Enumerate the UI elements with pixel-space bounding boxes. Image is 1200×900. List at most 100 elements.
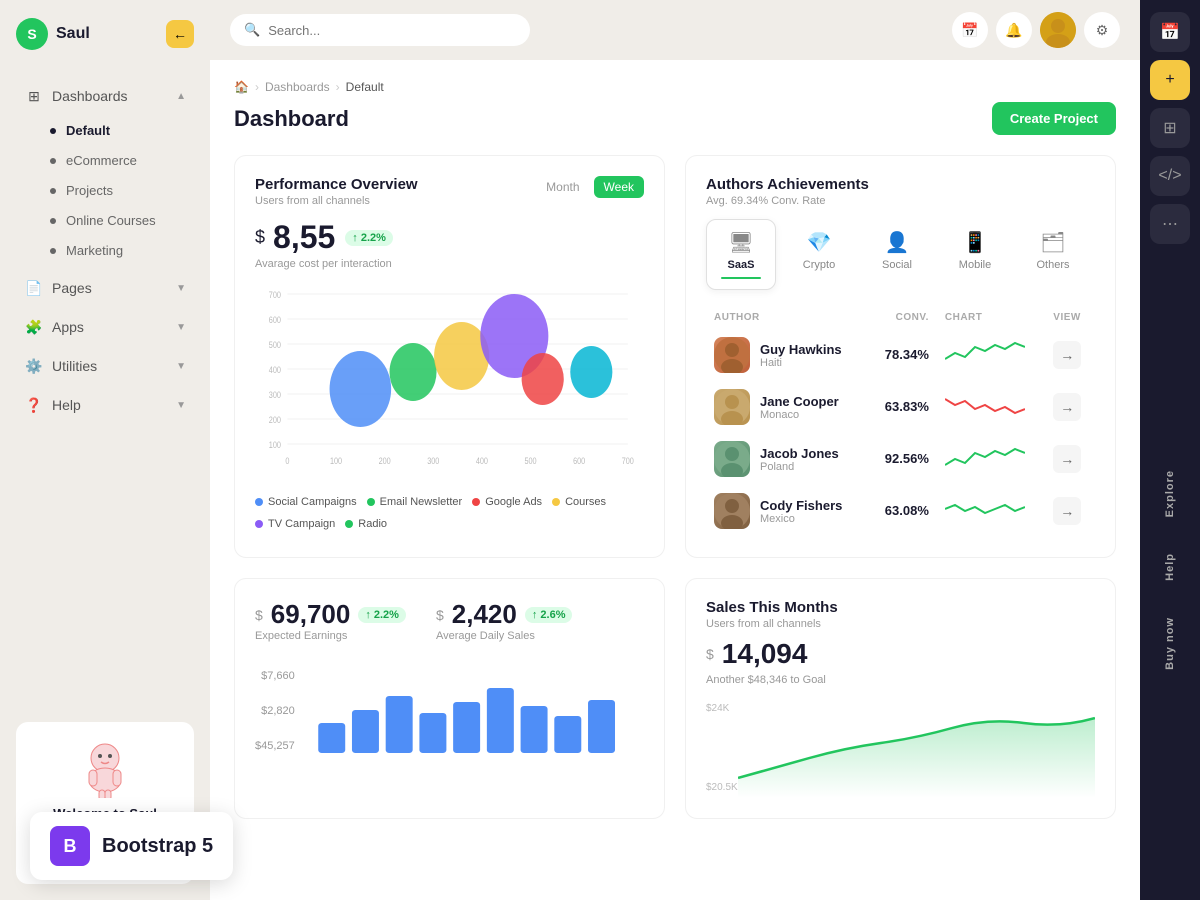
svg-text:200: 200 (379, 456, 392, 466)
svg-text:700: 700 (269, 290, 282, 300)
tab-week[interactable]: Week (594, 176, 644, 198)
authors-table: AUTHOR CONV. CHART VIEW (706, 306, 1095, 537)
bootstrap-card: B Bootstrap 5 (30, 812, 233, 880)
legend-email-label: Email Newsletter (380, 496, 463, 508)
sidebar-item-ecommerce[interactable]: eCommerce (8, 146, 202, 175)
avatar[interactable] (1040, 12, 1076, 48)
legend-google: Google Ads (472, 496, 542, 508)
breadcrumb-sep1: › (255, 80, 259, 94)
sparkline-jacob (945, 443, 1025, 471)
bootstrap-label: Bootstrap 5 (102, 835, 213, 858)
default-label: Default (66, 123, 110, 138)
legend-email: Email Newsletter (367, 496, 463, 508)
notifications-button[interactable]: 🔔 (996, 12, 1032, 48)
tab-underline (721, 277, 761, 279)
col-author: AUTHOR (706, 306, 869, 329)
view-button-jane[interactable]: → (1053, 393, 1081, 421)
create-project-button[interactable]: Create Project (992, 102, 1116, 135)
author-info-jacob: Jacob Jones Poland (714, 441, 861, 477)
authors-title: Authors Achievements (706, 176, 1095, 193)
tab-month[interactable]: Month (536, 176, 589, 198)
rp-explore-label[interactable]: Explore (1164, 462, 1176, 525)
mobile-icon: 📱 (963, 230, 988, 255)
logo-icon: S (16, 18, 48, 50)
author-country-guy: Haiti (760, 357, 842, 369)
earnings-row3: $45,257 (255, 740, 295, 752)
pages-label: Pages (52, 280, 176, 296)
sidebar-item-apps[interactable]: 🧩 Apps ▼ (8, 308, 202, 346)
rp-dots-button[interactable]: ⋯ (1150, 204, 1190, 244)
rp-calendar-button[interactable]: 📅 (1150, 12, 1190, 52)
help-label: Help (52, 397, 176, 413)
earnings-row1: $7,660 (255, 670, 295, 682)
apps-label: Apps (52, 319, 176, 335)
crypto-icon: 💎 (807, 230, 832, 255)
header-actions: 📅 🔔 ⚙ (952, 12, 1120, 48)
metric-label: Avarage cost per interaction (255, 258, 644, 270)
performance-title: Performance Overview (255, 176, 418, 193)
tab-others[interactable]: 🗂 Others (1018, 219, 1088, 290)
author-name-cody: Cody Fishers (760, 498, 842, 513)
tab-saas[interactable]: 🖥 SaaS (706, 219, 776, 290)
sidebar-item-dashboards[interactable]: ⊞ Dashboards ▲ (8, 77, 202, 115)
author-info-guy: Guy Hawkins Haiti (714, 337, 861, 373)
legend-radio-label: Radio (358, 518, 387, 530)
tab-social[interactable]: 👤 Social (862, 219, 932, 290)
rp-buy-label[interactable]: Buy now (1164, 609, 1176, 678)
col-conv: CONV. (869, 306, 937, 329)
performance-tabs: Month Week (536, 176, 644, 198)
performance-card: Performance Overview Users from all chan… (234, 155, 665, 558)
sidebar-item-online-courses[interactable]: Online Courses (8, 206, 202, 235)
rp-code-button[interactable]: </> (1150, 156, 1190, 196)
sidebar-back-button[interactable]: ← (166, 20, 194, 48)
view-button-guy[interactable]: → (1053, 341, 1081, 369)
tab-mobile[interactable]: 📱 Mobile (940, 219, 1010, 290)
legend-tv-label: TV Campaign (268, 518, 335, 530)
sales-y1: $24K (706, 703, 729, 714)
view-button-jacob[interactable]: → (1053, 445, 1081, 473)
marketing-label: Marketing (66, 243, 123, 258)
ecommerce-label: eCommerce (66, 153, 137, 168)
rp-plus-button[interactable]: + (1150, 60, 1190, 100)
legend-courses: Courses (552, 496, 606, 508)
main-content: 🔍 📅 🔔 ⚙ 🏠 › Dashboards › Default Dashboa… (210, 0, 1140, 900)
dot-icon (50, 248, 56, 254)
breadcrumb-home[interactable]: 🏠 (234, 80, 249, 94)
sales-prefix: $ (706, 646, 714, 662)
dollar-prefix: $ (255, 227, 265, 248)
mobile-label: Mobile (959, 259, 991, 271)
social-label: Social (882, 259, 912, 271)
author-name-jane: Jane Cooper (760, 394, 839, 409)
view-button-cody[interactable]: → (1053, 497, 1081, 525)
rp-help-label[interactable]: Help (1164, 545, 1176, 589)
calendar-button[interactable]: 📅 (952, 12, 988, 48)
utilities-label: Utilities (52, 358, 176, 374)
col-chart: CHART (937, 306, 1045, 329)
sidebar-item-marketing[interactable]: Marketing (8, 236, 202, 265)
avatar-jane (714, 389, 750, 425)
sidebar-item-default[interactable]: Default (8, 116, 202, 145)
author-info-jane: Jane Cooper Monaco (714, 389, 861, 425)
bootstrap-icon: B (50, 826, 90, 866)
sidebar-item-pages[interactable]: 📄 Pages ▼ (8, 269, 202, 307)
apps-icon: 🧩 (24, 317, 44, 337)
tab-crypto[interactable]: 💎 Crypto (784, 219, 854, 290)
legend-google-label: Google Ads (485, 496, 542, 508)
breadcrumb-dashboards[interactable]: Dashboards (265, 80, 330, 94)
settings-button[interactable]: ⚙ (1084, 12, 1120, 48)
search-box[interactable]: 🔍 (230, 14, 530, 46)
metric-value: $ 8,55 (255, 219, 335, 256)
authors-subtitle: Avg. 69.34% Conv. Rate (706, 195, 1095, 207)
dot-icon (50, 128, 56, 134)
performance-header: Performance Overview Users from all chan… (255, 176, 644, 207)
sparkline-guy (945, 339, 1025, 367)
sidebar-item-help[interactable]: ❓ Help ▼ (8, 386, 202, 424)
page-header: Dashboard Create Project (234, 102, 1116, 135)
search-input[interactable] (268, 23, 516, 38)
rp-grid-button[interactable]: ⊞ (1150, 108, 1190, 148)
conv-jane: 63.83% (885, 399, 929, 414)
breadcrumb: 🏠 › Dashboards › Default (234, 80, 1116, 94)
sidebar-item-projects[interactable]: Projects (8, 176, 202, 205)
sidebar-item-utilities[interactable]: ⚙️ Utilities ▼ (8, 347, 202, 385)
social-icon: 👤 (885, 230, 910, 255)
